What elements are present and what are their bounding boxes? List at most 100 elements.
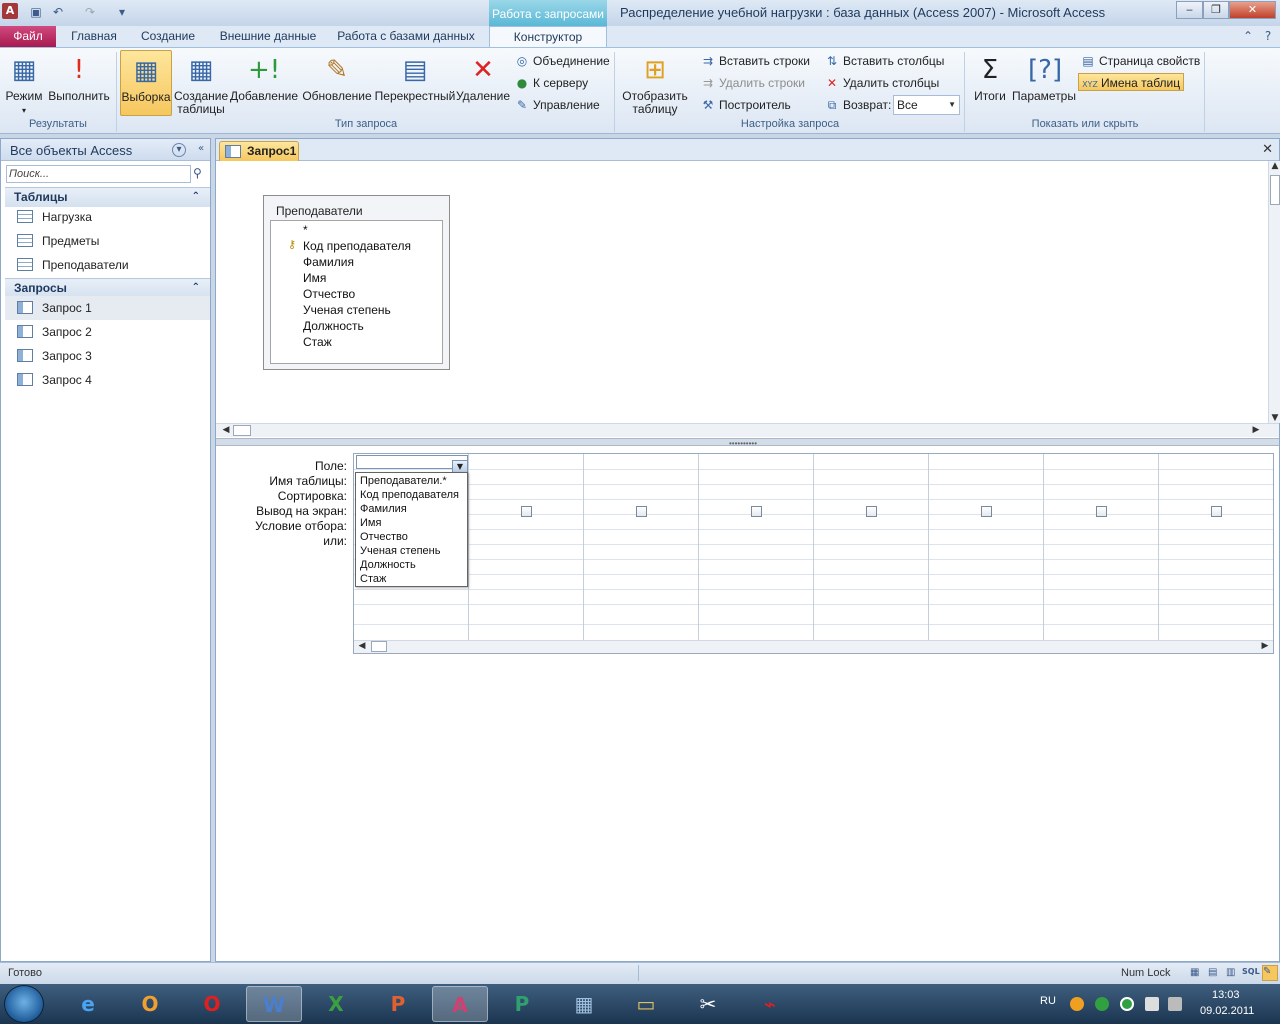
scroll-right-icon[interactable]: ▶ (1259, 641, 1271, 651)
field-item[interactable]: Стаж (303, 334, 332, 350)
horizontal-scrollbar[interactable]: ◀ ▶ (216, 423, 1279, 437)
data-definition-button[interactable]: ✎ Управление (514, 96, 600, 114)
nav-item-table[interactable]: Предметы (5, 229, 210, 253)
show-table-button[interactable]: ⊞ Отобразить таблицу (618, 50, 692, 116)
tab-file[interactable]: Файл (0, 26, 56, 47)
search-icon[interactable]: ⚲ (193, 166, 202, 180)
nav-item-table[interactable]: Нагрузка (5, 205, 210, 229)
nav-item-query[interactable]: Запрос 4 (5, 368, 210, 392)
grid-column[interactable] (929, 454, 1044, 640)
grid-horizontal-scrollbar[interactable]: ◀ ▶ (354, 640, 1273, 653)
scroll-thumb[interactable] (1270, 175, 1280, 205)
collapse-pane-icon[interactable]: « (193, 142, 209, 158)
field-item[interactable]: Код преподавателя (303, 238, 411, 254)
tab-external-data[interactable]: Внешние данные (216, 26, 320, 48)
delete-query-button[interactable]: ✕ Удаление (456, 50, 510, 116)
insert-rows-button[interactable]: ⇉ Вставить строки (700, 52, 810, 70)
access-app-icon[interactable]: A (2, 3, 18, 19)
nav-search-input[interactable]: Поиск... (6, 165, 191, 183)
table-names-button[interactable]: XYZ Имена таблиц (1078, 73, 1185, 91)
field-item[interactable]: * (303, 222, 308, 238)
delete-rows-button[interactable]: ⇉ Удалить строки (700, 74, 805, 92)
pane-splitter[interactable]: •••••••••• (216, 438, 1279, 448)
start-button[interactable] (4, 985, 44, 1023)
select-query-button[interactable]: ▦ Выборка (120, 50, 172, 116)
dropdown-option[interactable]: Ученая степень (360, 544, 440, 558)
return-select[interactable]: Все ▼ (893, 95, 960, 115)
tab-database-tools[interactable]: Работа с базами данных (336, 26, 476, 48)
nav-section-tables[interactable]: Таблицы ⌃ (5, 187, 210, 207)
nav-item-query[interactable]: Запрос 2 (5, 320, 210, 344)
scroll-thumb[interactable] (371, 641, 387, 652)
outlook-icon[interactable]: O (122, 986, 178, 1022)
show-checkbox[interactable] (751, 506, 762, 517)
make-table-button[interactable]: ▦ Создание таблицы (174, 50, 228, 116)
scroll-left-icon[interactable]: ◀ (220, 425, 232, 435)
dropdown-option[interactable]: Должность (360, 558, 416, 572)
vertical-scrollbar[interactable]: ▲ ▼ (1268, 161, 1280, 423)
scroll-up-icon[interactable]: ▲ (1269, 161, 1280, 171)
pass-through-button[interactable]: ● К серверу (514, 74, 588, 92)
powerpoint-icon[interactable]: P (370, 986, 426, 1022)
run-button[interactable]: ! Выполнить (46, 50, 112, 116)
tab-create[interactable]: Создание (136, 26, 200, 48)
field-item[interactable]: Ученая степень (303, 302, 391, 318)
delete-columns-button[interactable]: ✕ Удалить столбцы (824, 74, 939, 92)
update-icon[interactable] (1070, 997, 1084, 1011)
chevron-down-icon[interactable]: ▾ (172, 143, 186, 157)
help-icon[interactable]: ? (1260, 29, 1276, 45)
crosstab-button[interactable]: ▤ Перекрестный (374, 50, 456, 116)
scroll-left-icon[interactable]: ◀ (356, 641, 368, 651)
customize-qat-icon[interactable]: ▾ (114, 4, 130, 20)
property-sheet-button[interactable]: ▤ Страница свойств (1080, 52, 1200, 70)
status-ring-icon[interactable] (1120, 997, 1134, 1011)
grid-column[interactable] (699, 454, 814, 640)
pivot-table-icon[interactable]: ▤ (1208, 967, 1220, 979)
splitter-grip[interactable]: •••••••••• (729, 439, 757, 448)
field-item[interactable]: Должность (303, 318, 364, 334)
nav-title[interactable]: Все объекты Access (10, 143, 132, 158)
minimize-button[interactable]: ‒ (1176, 1, 1203, 19)
tab-home[interactable]: Главная (66, 26, 122, 48)
access-icon[interactable]: A (432, 986, 488, 1022)
field-item[interactable]: Отчество (303, 286, 355, 302)
flag-icon[interactable] (1145, 997, 1159, 1011)
update-button[interactable]: ✎ Обновление (300, 50, 374, 116)
minimize-ribbon-icon[interactable]: ⌃ (1240, 29, 1256, 45)
pdf-icon[interactable]: ⌁ (742, 986, 798, 1022)
word-icon[interactable]: W (246, 986, 302, 1022)
insert-columns-button[interactable]: ⇅ Вставить столбцы (824, 52, 944, 70)
redo-icon[interactable]: ↷ (82, 4, 98, 20)
document-tab-query1[interactable]: Запрос1 (219, 141, 299, 161)
opera-icon[interactable]: O (184, 986, 240, 1022)
show-checkbox[interactable] (1096, 506, 1107, 517)
scroll-right-icon[interactable]: ▶ (1250, 425, 1262, 435)
nav-item-table[interactable]: Преподаватели (5, 253, 210, 277)
dropdown-option[interactable]: Стаж (360, 572, 386, 586)
append-button[interactable]: +! Добавление (230, 50, 298, 116)
sql-view-icon[interactable]: SQL (1242, 967, 1260, 979)
datasheet-view-icon[interactable]: ▦ (1190, 967, 1202, 979)
tab-design[interactable]: Конструктор (489, 26, 607, 48)
design-view-icon[interactable]: ✎ (1262, 965, 1278, 981)
close-window-button[interactable]: ✕ (1229, 1, 1276, 19)
explorer-icon[interactable]: ▭ (618, 986, 674, 1022)
clock-date[interactable]: 09.02.2011 (1200, 1005, 1254, 1017)
show-checkbox[interactable] (636, 506, 647, 517)
dropdown-option[interactable]: Преподаватели.* (360, 474, 447, 488)
builder-button[interactable]: ⚒ Построитель (700, 96, 791, 114)
show-checkbox[interactable] (1211, 506, 1222, 517)
view-mode-button[interactable]: ▦ Режим ▾ (2, 50, 46, 116)
nav-section-queries[interactable]: Запросы ⌃ (5, 278, 210, 298)
grid-column[interactable] (584, 454, 699, 640)
dropdown-option[interactable]: Отчество (360, 530, 408, 544)
show-checkbox[interactable] (521, 506, 532, 517)
show-checkbox[interactable] (981, 506, 992, 517)
grid-column[interactable] (469, 454, 584, 640)
eye-icon[interactable] (1095, 997, 1109, 1011)
dropdown-option[interactable]: Фамилия (360, 502, 407, 516)
pivot-chart-icon[interactable]: ▥ (1226, 967, 1238, 979)
dropdown-option[interactable]: Имя (360, 516, 381, 530)
nav-item-query[interactable]: Запрос 1 (5, 296, 210, 320)
scroll-thumb[interactable] (233, 425, 251, 436)
